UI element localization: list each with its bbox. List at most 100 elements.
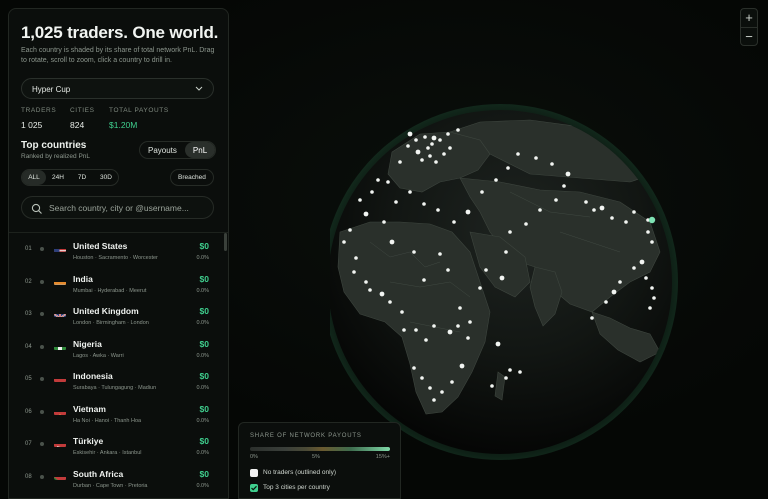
city-dot[interactable] (440, 390, 444, 394)
country-row-india[interactable]: 02 India Mumbai · Hyderabad · Meerut $0 … (9, 270, 228, 303)
city-dot[interactable] (446, 132, 450, 136)
country-row-indonesia[interactable]: 05 Indonesia Surabaya · Tulungagung · Ma… (9, 367, 228, 400)
city-dot[interactable] (508, 230, 512, 234)
city-dot[interactable] (370, 190, 374, 194)
city-dot[interactable] (632, 266, 636, 270)
city-dot[interactable] (363, 211, 369, 217)
city-dot[interactable] (348, 228, 352, 232)
city-dot[interactable] (422, 278, 426, 282)
city-dot[interactable] (430, 142, 434, 146)
city-dot[interactable] (495, 341, 501, 347)
zoom-out-button[interactable]: − (741, 26, 757, 46)
highlighted-city-dot[interactable] (648, 216, 656, 224)
country-row-vietnam[interactable]: 06 Vietnam Ha Noi · Hanoi · Thanh Hoa $0… (9, 400, 228, 433)
city-dot[interactable] (364, 280, 368, 284)
city-dot[interactable] (459, 363, 465, 369)
city-dot[interactable] (646, 230, 650, 234)
city-dot[interactable] (480, 190, 484, 194)
city-dot[interactable] (554, 198, 558, 202)
city-dot[interactable] (406, 144, 410, 148)
country-row-nigeria[interactable]: 04 Nigeria Lagos · Awka · Warri $0 0.0% (9, 335, 228, 368)
city-dot[interactable] (342, 240, 346, 244)
city-dot[interactable] (438, 252, 442, 256)
city-dot[interactable] (466, 336, 470, 340)
time-filter-30d[interactable]: 30D (94, 170, 118, 185)
city-dot[interactable] (368, 288, 372, 292)
city-dot[interactable] (420, 158, 424, 162)
country-row-south-africa[interactable]: 08 South Africa Durban · Cape Town · Pre… (9, 465, 228, 498)
city-dot[interactable] (506, 166, 510, 170)
city-dot[interactable] (599, 205, 605, 211)
time-filter-all[interactable]: ALL (22, 170, 46, 185)
city-dot[interactable] (534, 156, 538, 160)
city-dot[interactable] (624, 220, 628, 224)
city-dot[interactable] (518, 370, 522, 374)
no-traders-checkbox[interactable] (250, 469, 258, 477)
city-dot[interactable] (468, 320, 472, 324)
city-dot[interactable] (504, 376, 508, 380)
city-dot[interactable] (422, 202, 426, 206)
city-dot[interactable] (456, 128, 460, 132)
city-dot[interactable] (394, 200, 398, 204)
city-dot[interactable] (432, 324, 436, 328)
city-dot[interactable] (382, 220, 386, 224)
city-dot[interactable] (424, 338, 428, 342)
city-dot[interactable] (379, 291, 385, 297)
map-stage[interactable]: + − 1,025 traders. One world. Each count… (0, 0, 768, 499)
cup-select[interactable]: Hyper Cup (21, 78, 214, 99)
city-dot[interactable] (450, 380, 454, 384)
city-dot[interactable] (524, 222, 528, 226)
city-dot[interactable] (446, 268, 450, 272)
city-dot[interactable] (499, 275, 505, 281)
city-dot[interactable] (550, 162, 554, 166)
city-dot[interactable] (354, 256, 358, 260)
city-dot[interactable] (632, 210, 636, 214)
city-dot[interactable] (428, 154, 432, 158)
city-dot[interactable] (434, 160, 438, 164)
city-dot[interactable] (426, 146, 430, 150)
metric-payouts-button[interactable]: Payouts (140, 142, 185, 158)
city-dot[interactable] (639, 259, 645, 265)
time-filter-24h[interactable]: 24H (46, 170, 70, 185)
city-dot[interactable] (352, 270, 356, 274)
city-dot[interactable] (408, 190, 412, 194)
city-dot[interactable] (414, 328, 418, 332)
city-dot[interactable] (442, 152, 446, 156)
city-dot[interactable] (604, 300, 608, 304)
city-dot[interactable] (358, 198, 362, 202)
city-dot[interactable] (456, 324, 460, 328)
city-dot[interactable] (590, 316, 594, 320)
city-dot[interactable] (412, 366, 416, 370)
city-dot[interactable] (644, 276, 648, 280)
city-dot[interactable] (652, 296, 656, 300)
city-dot[interactable] (611, 289, 617, 295)
city-dot[interactable] (389, 239, 395, 245)
city-dot[interactable] (648, 306, 652, 310)
city-dot[interactable] (484, 268, 488, 272)
city-dot[interactable] (650, 286, 654, 290)
city-dot[interactable] (618, 280, 622, 284)
city-dot[interactable] (584, 200, 588, 204)
city-dot[interactable] (432, 398, 436, 402)
city-dot[interactable] (407, 131, 413, 137)
city-dot[interactable] (398, 160, 402, 164)
city-dot[interactable] (592, 208, 596, 212)
city-dot[interactable] (412, 250, 416, 254)
city-dot[interactable] (650, 240, 654, 244)
city-dot[interactable] (447, 329, 453, 335)
city-dot[interactable] (400, 310, 404, 314)
city-dot[interactable] (565, 171, 571, 177)
city-dot[interactable] (376, 178, 380, 182)
city-dot[interactable] (610, 216, 614, 220)
city-dot[interactable] (423, 135, 427, 139)
city-dot[interactable] (402, 328, 406, 332)
top-cities-checkbox[interactable] (250, 484, 258, 492)
city-dot[interactable] (420, 376, 424, 380)
search-input[interactable] (49, 200, 209, 216)
city-dot[interactable] (431, 135, 437, 141)
metric-pnl-button[interactable]: PnL (184, 142, 216, 158)
city-dot[interactable] (458, 306, 462, 310)
country-row-turkiye[interactable]: 07 Türkiye Eskisehir · Ankara · Istanbul… (9, 432, 228, 465)
city-dot[interactable] (415, 149, 421, 155)
city-dot[interactable] (452, 220, 456, 224)
